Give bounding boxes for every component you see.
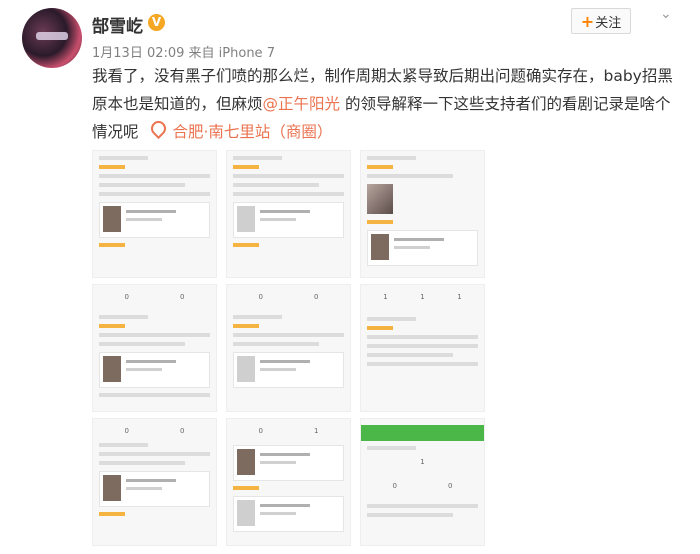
post-meta: 1月13日 02:09 来自 iPhone 7 <box>92 46 275 61</box>
grid-image[interactable]: 00 <box>92 284 217 412</box>
grid-image[interactable]: 111 <box>360 284 485 412</box>
image-grid: 00 00 111 00 01 1 00 <box>92 150 492 546</box>
grid-image[interactable]: 00 <box>92 418 217 546</box>
verified-badge-icon: V <box>148 14 165 31</box>
post-text: 我看了，没有黑子们喷的那么烂，制作周期太紧导致后期出问题确实存在，baby招黑原… <box>92 62 684 146</box>
follow-button[interactable]: + 关注 <box>571 8 631 34</box>
mention-link[interactable]: @正午阳光 <box>263 95 341 113</box>
location-link[interactable]: 合肥·南七里站（商圈） <box>172 123 332 141</box>
avatar[interactable] <box>22 8 82 68</box>
plus-icon: + <box>580 11 595 31</box>
grid-image[interactable]: 1 00 <box>360 418 485 546</box>
grid-image[interactable] <box>360 150 485 278</box>
grid-image[interactable]: 00 <box>226 284 351 412</box>
location-pin-icon <box>148 117 170 140</box>
grid-image[interactable] <box>226 150 351 278</box>
grid-image[interactable]: 01 <box>226 418 351 546</box>
grid-image[interactable] <box>92 150 217 278</box>
chevron-down-icon[interactable]: ⌄ <box>660 6 672 22</box>
follow-label: 关注 <box>595 15 622 31</box>
username[interactable]: 郜雪屹 <box>92 12 143 37</box>
